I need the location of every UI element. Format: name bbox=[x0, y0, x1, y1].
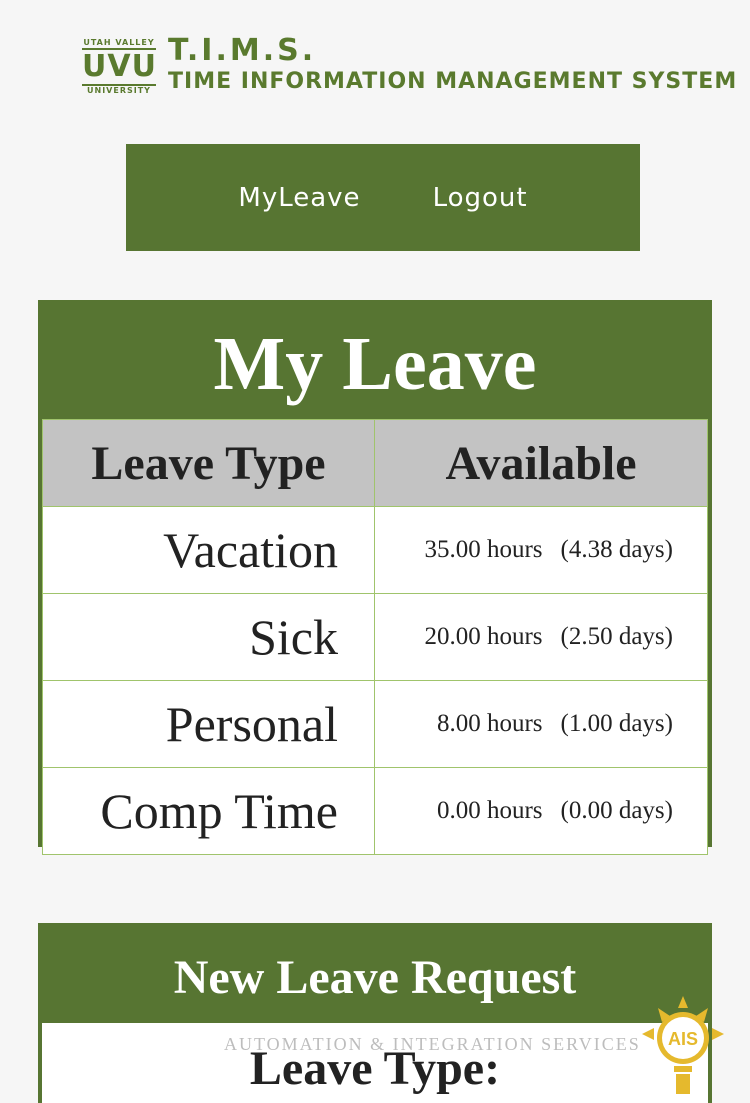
hours-value: 0.00 hours bbox=[436, 797, 543, 824]
days-value: (0.00 days) bbox=[560, 797, 673, 824]
available-cell: 20.00 hours (2.50 days) bbox=[374, 593, 708, 681]
ais-watermark-text: AUTOMATION & INTEGRATION SERVICES bbox=[224, 1034, 641, 1054]
main-nav: MyLeave Logout bbox=[126, 144, 640, 251]
column-header-leave-type: Leave Type bbox=[42, 419, 375, 507]
column-header-available: Available bbox=[374, 419, 708, 507]
app-title-block: T.I.M.S. TIME INFORMATION MANAGEMENT SYS… bbox=[168, 34, 737, 96]
table-row: Comp Time 0.00 hours (0.00 days) bbox=[42, 767, 708, 855]
ais-logo-text: AIS bbox=[668, 1029, 698, 1049]
nav-logout-link[interactable]: Logout bbox=[433, 183, 528, 213]
available-cell: 0.00 hours (0.00 days) bbox=[374, 767, 708, 855]
available-cell: 35.00 hours (4.38 days) bbox=[374, 506, 708, 594]
nav-myleave-link[interactable]: MyLeave bbox=[238, 183, 360, 213]
leave-type-cell: Sick bbox=[42, 593, 375, 681]
available-cell: 8.00 hours (1.00 days) bbox=[374, 680, 708, 768]
days-value: (1.00 days) bbox=[560, 710, 673, 737]
leave-type-cell: Comp Time bbox=[42, 767, 375, 855]
ais-lightbulb-icon: AIS bbox=[642, 996, 724, 1094]
table-row: Personal 8.00 hours (1.00 days) bbox=[42, 680, 708, 768]
hours-value: 20.00 hours bbox=[424, 623, 543, 650]
new-leave-request-panel: New Leave Request Leave Type: bbox=[38, 923, 712, 1103]
badge-top-text: UTAH VALLEY bbox=[83, 38, 155, 47]
days-value: (2.50 days) bbox=[560, 623, 673, 650]
leave-type-cell: Personal bbox=[42, 680, 375, 768]
leave-type-cell: Vacation bbox=[42, 506, 375, 594]
new-leave-request-title: New Leave Request bbox=[173, 951, 577, 1004]
days-value: (4.38 days) bbox=[560, 536, 673, 563]
my-leave-title: My Leave bbox=[213, 322, 537, 406]
uvu-badge-logo: UTAH VALLEY UVU UNIVERSITY bbox=[82, 38, 156, 100]
badge-bottom-text: UNIVERSITY bbox=[87, 86, 151, 95]
app-title: T.I.M.S. bbox=[168, 33, 317, 68]
tims-logo: UTAH VALLEY UVU UNIVERSITY T.I.M.S. TIME… bbox=[82, 34, 736, 102]
app-subtitle: TIME INFORMATION MANAGEMENT SYSTEM bbox=[168, 69, 738, 94]
badge-main-text: UVU bbox=[82, 48, 157, 86]
hours-value: 35.00 hours bbox=[424, 536, 543, 563]
table-header-row: Leave Type Available bbox=[42, 419, 708, 507]
table-row: Vacation 35.00 hours (4.38 days) bbox=[42, 506, 708, 594]
table-row: Sick 20.00 hours (2.50 days) bbox=[42, 593, 708, 681]
my-leave-panel: My Leave Leave Type Available Vacation 3… bbox=[38, 300, 712, 855]
leave-balance-table: Leave Type Available Vacation 35.00 hour… bbox=[42, 419, 708, 855]
hours-value: 8.00 hours bbox=[436, 710, 543, 737]
